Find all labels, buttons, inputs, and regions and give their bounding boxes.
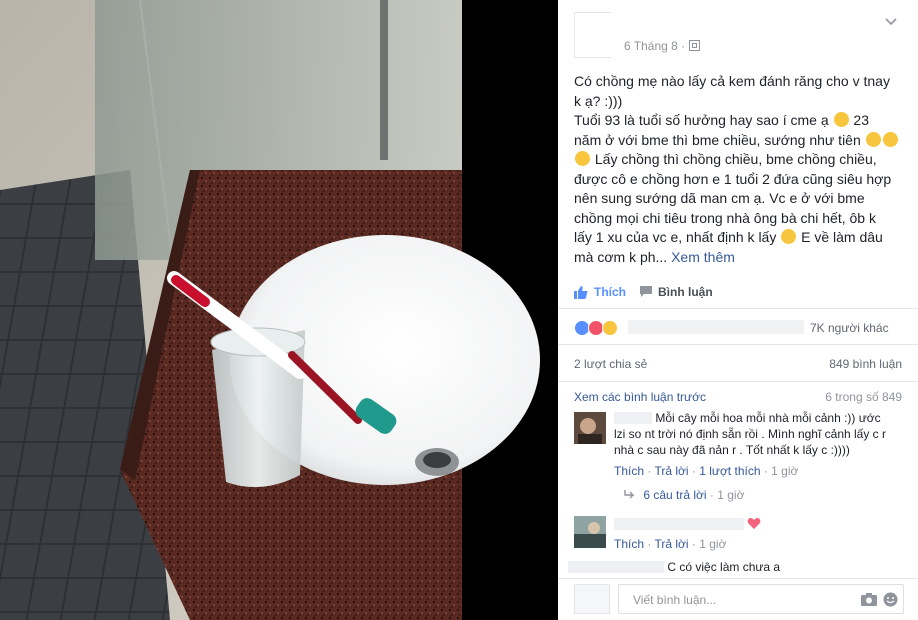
- post-line-text: Lấy chồng thì chồng chiều, bme chồng chi…: [594, 151, 877, 167]
- commenter-avatar[interactable]: [574, 516, 606, 548]
- reaction-count[interactable]: 7K người khác: [810, 321, 889, 335]
- post-line: lấy 1 xu của vc e, nhất định k lấy E về …: [574, 228, 904, 248]
- comment-text: Mỗi cây mỗi hoa mỗi nhà mỗi cảnh :)) ước…: [614, 410, 904, 458]
- post-line: chồng mọi chi tiêu trong nhà ông bà chi …: [574, 209, 876, 226]
- post-line: Có chồng mẹ nào lấy cả kem đánh răng cho…: [574, 73, 890, 89]
- comment-line: lzi so nt trời nó định sẵn rồi . Mình ng…: [614, 427, 886, 441]
- view-replies-link[interactable]: 6 câu trả lời: [643, 488, 706, 502]
- post-line: Tuổi 93 là tuổi số hưởng hay sao í cme ạ…: [574, 111, 904, 131]
- comment-input-placeholder: Viết bình luận...: [633, 593, 717, 607]
- comment-text: C có việc làm chưa a: [568, 559, 868, 575]
- divider: [558, 381, 918, 382]
- comment-time[interactable]: 1 giờ: [699, 537, 726, 551]
- commenter-name[interactable]: [568, 561, 664, 573]
- grin-emoji-icon: [575, 151, 590, 166]
- author-avatar[interactable]: [574, 12, 611, 58]
- like-label: Thích: [594, 285, 626, 299]
- stats-row: 2 lượt chia sẻ 849 bình luận: [574, 357, 902, 371]
- reactor-names[interactable]: [628, 320, 804, 334]
- post-line-text: mà cơm k ph...: [574, 248, 668, 265]
- smile-emoji-icon: [833, 112, 849, 127]
- comments-shown-count: 6 trong số 849: [825, 390, 902, 404]
- sticker-icon[interactable]: [883, 592, 898, 607]
- comment-meta: Thích · Trả lời · 1 lượt thích · 1 giờ: [614, 464, 799, 478]
- heart-icon: [747, 518, 761, 529]
- comment-input[interactable]: Viết bình luận...: [618, 584, 904, 614]
- comment-reply-link[interactable]: Trả lời: [654, 537, 688, 551]
- commenter-avatar[interactable]: [574, 412, 606, 444]
- view-previous-row: Xem các bình luận trước 6 trong số 849: [574, 390, 902, 404]
- comment-meta: Thích · Trả lời · 1 giờ: [614, 537, 727, 551]
- comment-label: Bình luận: [658, 285, 713, 299]
- see-more-link[interactable]: Xem thêm: [671, 249, 735, 265]
- laugh-emoji-icon: [781, 229, 797, 244]
- post-photo[interactable]: [0, 0, 558, 620]
- post-line-text: Tuổi 93 là tuổi số hưởng hay sao í cme ạ: [574, 112, 829, 128]
- like-icon: [574, 286, 588, 299]
- comment-line: C có việc làm chưa a: [667, 560, 781, 574]
- post-line: được cô e chồng hơn e 1 tuổi 2 đứa cũng …: [574, 170, 892, 187]
- replies-time[interactable]: 1 giờ: [717, 488, 744, 502]
- shares-count[interactable]: 2 lượt chia sẻ: [574, 357, 647, 371]
- divider: [558, 344, 918, 345]
- comment-reply-link[interactable]: Trả lời: [654, 464, 688, 478]
- globe-icon: [689, 40, 700, 51]
- commenter-name[interactable]: [614, 412, 652, 424]
- post-line-text: 23: [853, 112, 869, 128]
- comment-like-link[interactable]: Thích: [614, 537, 644, 551]
- post-date[interactable]: 6 Tháng 8 ·: [624, 39, 685, 53]
- viewer-avatar: [574, 584, 610, 614]
- post-line: năm ở với bme thì bme chiều, sướng như t…: [574, 131, 904, 151]
- chevron-down-icon[interactable]: [884, 14, 898, 28]
- comments-count[interactable]: 849 bình luận: [829, 357, 902, 371]
- camera-icon[interactable]: [861, 593, 877, 606]
- comment-icon: [640, 286, 652, 297]
- comment-line: nhà c sau này đã nản r . Tốt nhất k lấy …: [614, 443, 850, 457]
- comment-likes-count[interactable]: 1 lượt thích: [699, 464, 760, 478]
- post-line-text: năm ở với bme thì bme chiều, sướng như t…: [574, 131, 861, 148]
- post-line: mà cơm k ph... Xem thêm: [574, 248, 904, 268]
- post-line-text: E về làm dâu: [801, 229, 883, 245]
- comment-text: [614, 516, 904, 532]
- post-line-text: lấy 1 xu của vc e, nhất định k lấy: [574, 229, 777, 245]
- commenter-name[interactable]: [614, 518, 744, 530]
- post-line: k ạ? :))): [574, 92, 623, 109]
- like-button[interactable]: Thích: [574, 283, 634, 303]
- comment-line: Mỗi cây mỗi hoa mỗi nhà mỗi cảnh :)) ước: [655, 411, 881, 425]
- comment-button[interactable]: Bình luận: [640, 283, 720, 303]
- comment-like-link[interactable]: Thích: [614, 464, 644, 478]
- divider: [558, 578, 918, 579]
- haha-reaction-icon: [602, 320, 618, 336]
- view-previous-comments-link[interactable]: Xem các bình luận trước: [574, 390, 706, 404]
- divider: [558, 308, 918, 309]
- post-text: Có chồng mẹ nào lấy cả kem đánh răng cho…: [574, 72, 904, 267]
- post-side-panel: 6 Tháng 8 · Có chồng mẹ nào lấy cả kem đ…: [558, 0, 918, 620]
- comment-time[interactable]: 1 giờ: [771, 464, 798, 478]
- reactions-summary[interactable]: 7K người khác: [574, 318, 904, 338]
- bathroom-sink-photo: [0, 0, 558, 620]
- post-line: Lấy chồng thì chồng chiều, bme chồng chi…: [574, 150, 904, 170]
- replies-row: 6 câu trả lời · 1 giờ: [624, 488, 744, 502]
- post-line: nên sung sướng dã man cm ạ. Vc e ở với b…: [574, 190, 865, 206]
- grin-emoji-icon: [865, 131, 881, 147]
- reply-arrow-icon: [624, 490, 635, 499]
- grin-emoji-icon: [882, 131, 898, 147]
- comment-composer: Viết bình luận...: [574, 582, 904, 616]
